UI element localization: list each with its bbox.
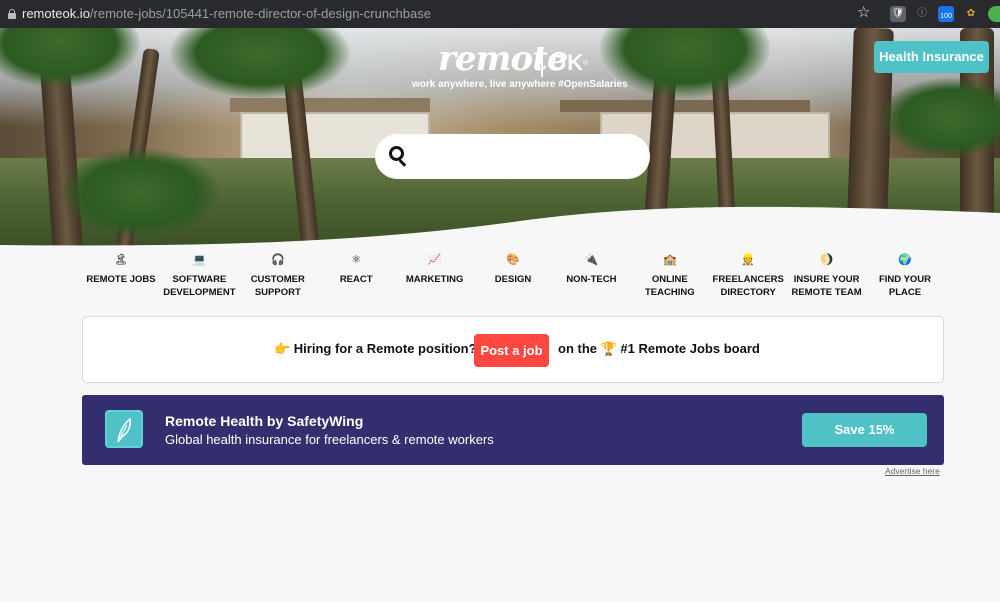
info-extension-icon[interactable]: ⓘ (914, 6, 930, 22)
health-insurance-button[interactable]: Health Insurance (874, 41, 989, 73)
category-emoji-icon: 🌍 (898, 254, 912, 266)
save-15-button[interactable]: Save 15% (802, 413, 927, 447)
category-item[interactable]: 🏝 REMOTE JOBS (81, 252, 161, 286)
palm-frond (170, 28, 350, 98)
logo-registered-mark: ® (583, 60, 589, 67)
category-label: ONLINE TEACHING (644, 274, 695, 298)
category-item[interactable]: 👷 FREELANCERS DIRECTORY (708, 252, 788, 299)
url-host: remoteok.io (22, 6, 90, 21)
category-emoji-icon: 🎨 (506, 254, 520, 266)
hero-roof (560, 100, 810, 112)
category-item[interactable]: 🌖 INSURE YOUR REMOTE TEAM (787, 252, 867, 299)
logo-ok[interactable]: OK (549, 50, 584, 76)
hero-roof (230, 98, 430, 112)
search-icon[interactable] (389, 146, 409, 167)
category-label: REMOTE JOBS (86, 274, 156, 285)
url-path: /remote-jobs/105441-remote-director-of-d… (89, 6, 431, 21)
shield-extension-icon[interactable]: 🛡 (890, 6, 906, 22)
category-emoji-icon: ⚛ (351, 254, 362, 266)
bookmark-star-icon[interactable]: ☆ (857, 5, 870, 21)
hiring-prompt: 👉 Hiring for a Remote position? (274, 341, 477, 356)
category-item[interactable]: ⚛ REACT (316, 252, 396, 286)
category-item[interactable]: 🔌 NON-TECH (551, 252, 631, 286)
category-item[interactable]: 📈 MARKETING (395, 252, 475, 286)
category-emoji-icon: 🔌 (584, 254, 599, 266)
category-label: FREELANCERS DIRECTORY (712, 274, 784, 298)
category-label: DESIGN (494, 274, 532, 285)
category-label: CUSTOMER SUPPORT (250, 274, 305, 298)
category-item[interactable]: 🎧 CUSTOMER SUPPORT (238, 252, 318, 299)
category-label: NON-TECH (566, 274, 617, 285)
browser-url-bar: remoteok.io/remote-jobs/105441-remote-di… (0, 0, 1000, 28)
post-job-button[interactable]: Post a job (474, 334, 549, 367)
category-item[interactable]: 🏫 ONLINE TEACHING (630, 252, 710, 299)
category-emoji-icon: 👷 (741, 254, 756, 266)
feather-icon (105, 410, 143, 448)
hero-wave (0, 206, 1000, 248)
logo-divider (541, 47, 543, 77)
cookie-extension-icon[interactable]: ✿ (963, 6, 979, 22)
search-input[interactable] (418, 140, 638, 173)
hiring-board-text: on the 🏆 #1 Remote Jobs board (558, 341, 760, 356)
category-label: REACT (339, 274, 373, 285)
category-emoji-icon: 🎧 (270, 254, 285, 266)
category-item[interactable]: 🎨 DESIGN (473, 252, 553, 286)
lock-icon (8, 9, 16, 19)
url-field[interactable]: remoteok.io/remote-jobs/105441-remote-di… (22, 6, 431, 21)
category-emoji-icon: 💻 (192, 254, 207, 266)
site-tagline: work anywhere, live anywhere #OpenSalari… (412, 79, 628, 90)
ad-title[interactable]: Remote Health by SafetyWing (165, 413, 363, 429)
category-emoji-icon: 📈 (427, 254, 442, 266)
ad-subtitle: Global health insurance for freelancers … (165, 432, 494, 447)
palm-frond (0, 28, 140, 88)
calendar-extension-icon[interactable]: 100 (938, 6, 954, 22)
category-item[interactable]: 🌍 FIND YOUR PLACE (865, 252, 945, 299)
category-emoji-icon: 🏝 (114, 254, 128, 266)
category-label: MARKETING (405, 274, 464, 285)
category-emoji-icon: 🌖 (819, 254, 834, 266)
category-label: SOFTWARE DEVELOPMENT (163, 274, 236, 298)
category-label: INSURE YOUR REMOTE TEAM (791, 274, 862, 298)
category-item[interactable]: 💻 SOFTWARE DEVELOPMENT (159, 252, 239, 299)
palm-frond (880, 78, 1000, 158)
category-label: FIND YOUR PLACE (878, 274, 932, 298)
advertise-here-link[interactable]: Advertise here (885, 466, 940, 476)
toggle-extension-icon[interactable] (988, 6, 1000, 22)
extension-badge: 100 (940, 13, 952, 20)
category-emoji-icon: 🏫 (662, 254, 677, 266)
